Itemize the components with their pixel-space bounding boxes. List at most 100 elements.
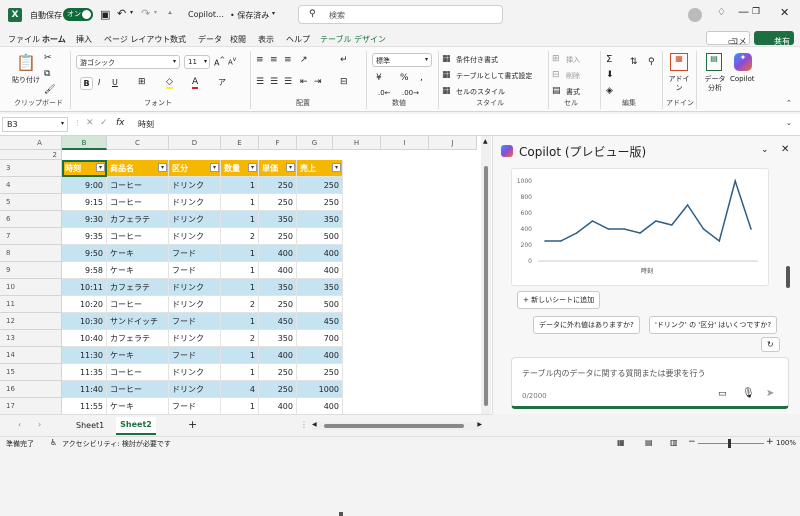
table-cell[interactable]: ケーキ — [107, 262, 169, 279]
filter-dropdown-icon[interactable]: ▾ — [158, 163, 167, 172]
format-painter-icon[interactable]: 🖌 — [44, 85, 55, 95]
table-cell[interactable]: 10:30 — [62, 313, 107, 330]
row-header[interactable]: 10 — [0, 279, 62, 296]
table-cell[interactable]: 400 — [259, 398, 297, 415]
row-header[interactable]: 8 — [0, 245, 62, 262]
delete-cells-button[interactable]: 削除 — [566, 71, 580, 81]
sheet-tab-sheet2[interactable]: Sheet2 — [116, 417, 156, 435]
table-cell[interactable]: 250 — [259, 364, 297, 381]
tab-table-design[interactable]: テーブル デザイン — [320, 34, 386, 45]
align-middle-icon[interactable]: ≡ — [270, 55, 278, 65]
send-icon[interactable]: ➤ — [766, 388, 774, 399]
table-cell[interactable]: ドリンク — [169, 228, 221, 245]
decimal-decrease-icon[interactable]: .00→ — [402, 89, 419, 97]
pane-scrollbar[interactable] — [786, 266, 790, 288]
paste-label[interactable]: 貼り付け — [12, 75, 40, 85]
table-cell[interactable]: コーヒー — [107, 381, 169, 398]
tab-page-layout[interactable]: ページ レイアウト — [104, 34, 170, 45]
font-grow-icon[interactable]: A^ — [214, 56, 225, 68]
expand-formula-icon[interactable]: ⌄ — [786, 119, 792, 127]
addin-button[interactable]: アドイン — [668, 75, 690, 93]
name-box[interactable]: B3 ▾ — [2, 117, 68, 132]
table-cell[interactable]: コーヒー — [107, 364, 169, 381]
table-cell[interactable]: ドリンク — [169, 177, 221, 194]
table-cell[interactable]: サンドイッチ — [107, 313, 169, 330]
sheet-tab-sheet1[interactable]: Sheet1 — [76, 421, 104, 430]
data-analysis-button[interactable]: データ分析 — [704, 75, 726, 93]
find-select-icon[interactable]: ⚲ — [648, 57, 655, 67]
horizontal-scrollbar[interactable]: ◀ ▶ — [312, 421, 482, 430]
prompt-guide-icon[interactable]: ▭ — [718, 389, 727, 399]
bold-button[interactable]: B — [80, 77, 93, 90]
table-cell[interactable]: カフェラテ — [107, 211, 169, 228]
table-cell[interactable]: 9:50 — [62, 245, 107, 262]
tab-review[interactable]: 校閲 — [230, 34, 246, 45]
column-header-f[interactable]: F — [259, 136, 297, 150]
row-header[interactable]: 3 — [0, 160, 62, 177]
close-window-icon[interactable]: ✕ — [780, 6, 789, 19]
table-cell[interactable]: 250 — [259, 194, 297, 211]
ribbon-collapse-icon[interactable]: ⌃ — [786, 99, 792, 107]
copilot-button[interactable]: Copilot — [730, 75, 755, 83]
align-center-icon[interactable]: ☰ — [270, 77, 278, 87]
row-header[interactable]: 16 — [0, 381, 62, 398]
table-cell[interactable]: 350 — [259, 279, 297, 296]
align-right-icon[interactable]: ☰ — [284, 77, 292, 87]
table-cell[interactable]: 11:35 — [62, 364, 107, 381]
row-header[interactable]: 2 — [0, 150, 62, 160]
table-cell[interactable]: 10:20 — [62, 296, 107, 313]
orientation-icon[interactable]: ↗ — [300, 55, 308, 65]
table-cell[interactable]: フード — [169, 262, 221, 279]
table-cell[interactable]: 450 — [297, 313, 343, 330]
table-format-button[interactable]: テーブルとして書式設定 — [456, 71, 532, 81]
table-resize-handle[interactable] — [339, 512, 343, 516]
filter-dropdown-icon[interactable]: ▾ — [332, 163, 341, 172]
indent-decrease-icon[interactable]: ⇤ — [300, 77, 308, 87]
table-cell[interactable]: 400 — [259, 262, 297, 279]
table-cell[interactable]: 350 — [259, 330, 297, 347]
table-cell[interactable]: コーヒー — [107, 177, 169, 194]
filter-dropdown-icon[interactable]: ▾ — [286, 163, 295, 172]
table-header-cell[interactable]: 商品名 ▾ — [107, 160, 169, 177]
table-cell[interactable]: コーヒー — [107, 194, 169, 211]
table-cell[interactable]: 1 — [221, 364, 259, 381]
row-header[interactable]: 9 — [0, 262, 62, 279]
table-cell[interactable]: カフェラテ — [107, 279, 169, 296]
table-cell[interactable]: 400 — [259, 245, 297, 262]
save-status[interactable]: • 保存済み — [230, 10, 269, 21]
table-cell[interactable]: 1 — [221, 262, 259, 279]
table-cell[interactable]: 350 — [297, 279, 343, 296]
table-cell[interactable]: ドリンク — [169, 211, 221, 228]
page-layout-view-icon[interactable]: ▤ — [645, 438, 653, 447]
table-cell[interactable]: 2 — [221, 330, 259, 347]
prompt-input[interactable]: テーブル内のデータに関する質問または要求を行う 0/2000 ▭ 🎙 ➤ — [511, 357, 789, 409]
tab-help[interactable]: ヘルプ — [286, 34, 310, 45]
minimize-icon[interactable]: — — [738, 5, 749, 18]
comment-button[interactable]: ▭ コメント — [706, 31, 750, 58]
table-cell[interactable]: 11:55 — [62, 398, 107, 415]
column-header-h[interactable]: H — [333, 136, 381, 150]
table-cell[interactable]: 250 — [259, 177, 297, 194]
undo-dropdown-icon[interactable]: ▾ — [130, 9, 133, 16]
align-left-icon[interactable]: ☰ — [256, 77, 264, 87]
table-cell[interactable]: 1 — [221, 279, 259, 296]
table-cell[interactable]: 350 — [259, 211, 297, 228]
table-cell[interactable]: カフェラテ — [107, 330, 169, 347]
accessibility-status[interactable]: アクセシビリティ: 検討が必要です — [62, 439, 171, 449]
table-cell[interactable]: 10:11 — [62, 279, 107, 296]
zoom-level[interactable]: 100% — [776, 439, 796, 447]
insert-cells-icon[interactable]: ⊞ — [552, 54, 560, 64]
currency-icon[interactable]: ¥ — [376, 73, 382, 83]
clear-icon[interactable]: ◈ — [606, 86, 613, 96]
conditional-format-icon[interactable]: ▦ — [442, 54, 451, 64]
page-break-view-icon[interactable]: ▥ — [670, 438, 678, 447]
addin-icon[interactable]: ▦ — [670, 53, 688, 71]
table-header-cell[interactable]: 区分 ▾ — [169, 160, 221, 177]
underline-button[interactable]: U — [112, 78, 118, 87]
table-cell[interactable]: 250 — [297, 364, 343, 381]
align-bottom-icon[interactable]: ≡ — [284, 55, 292, 65]
table-cell[interactable]: 500 — [297, 228, 343, 245]
merge-center-icon[interactable]: ⊟ — [340, 77, 348, 87]
row-header[interactable]: 15 — [0, 364, 62, 381]
table-cell[interactable]: フード — [169, 347, 221, 364]
